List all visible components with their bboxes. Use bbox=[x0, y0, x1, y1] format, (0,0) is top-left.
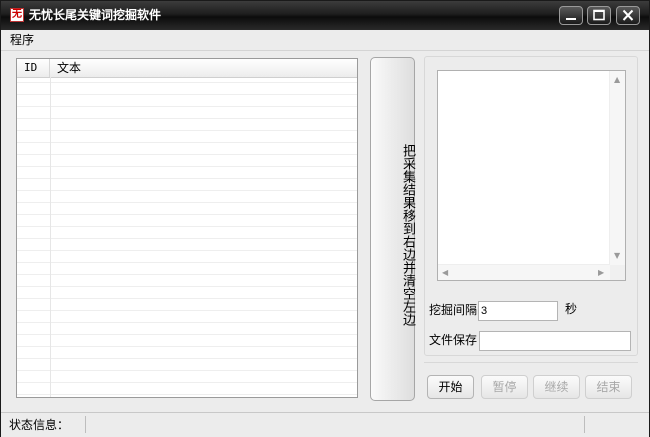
title-bar[interactable]: 无 无忧长尾关键词挖掘软件 bbox=[1, 1, 649, 30]
stop-button[interactable]: 结束 bbox=[585, 375, 632, 399]
start-button[interactable]: 开始 bbox=[427, 375, 474, 399]
window-title: 无忧长尾关键词挖掘软件 bbox=[29, 8, 162, 22]
status-bar: 状态信息： bbox=[1, 412, 649, 437]
horizontal-scrollbar[interactable]: ◀ ▶ bbox=[438, 264, 610, 280]
move-results-button[interactable]: 把采集结果移到右边并清空左边 bbox=[370, 57, 415, 401]
interval-label: 挖掘间隔 bbox=[429, 303, 478, 317]
scroll-down-icon[interactable]: ▼ bbox=[614, 252, 620, 260]
status-pane-divider bbox=[584, 416, 585, 433]
menu-bar: 程序 bbox=[1, 30, 649, 51]
close-button[interactable] bbox=[616, 6, 640, 25]
list-header: ID 文本 bbox=[17, 59, 357, 78]
keywords-textarea[interactable]: ▲ ▼ ◀ ▶ bbox=[437, 70, 626, 281]
scrollbar-corner bbox=[610, 265, 625, 280]
close-icon bbox=[622, 9, 634, 21]
column-divider bbox=[50, 77, 51, 397]
app-window: 无 无忧长尾关键词挖掘软件 程序 ID 文本 把采集结果移到右边并清空左边 ▲ … bbox=[0, 0, 650, 437]
scroll-right-icon[interactable]: ▶ bbox=[598, 269, 604, 277]
panel-separator bbox=[424, 362, 638, 363]
column-header-text[interactable]: 文本 bbox=[50, 59, 357, 77]
status-pane-divider bbox=[85, 416, 86, 433]
scroll-left-icon[interactable]: ◀ bbox=[442, 269, 448, 277]
maximize-icon bbox=[593, 9, 605, 21]
result-list[interactable]: ID 文本 bbox=[16, 58, 358, 398]
save-path-input[interactable] bbox=[479, 331, 631, 351]
scroll-up-icon[interactable]: ▲ bbox=[614, 76, 620, 84]
minimize-button[interactable] bbox=[559, 6, 583, 25]
menu-program[interactable]: 程序 bbox=[10, 32, 34, 48]
status-label: 状态信息： bbox=[9, 418, 70, 432]
vertical-scrollbar[interactable]: ▲ ▼ bbox=[609, 71, 625, 265]
maximize-button[interactable] bbox=[587, 6, 611, 25]
pause-button[interactable]: 暂停 bbox=[481, 375, 528, 399]
interval-unit: 秒 bbox=[565, 302, 578, 316]
minimize-icon bbox=[566, 18, 576, 20]
app-icon: 无 bbox=[10, 8, 24, 22]
column-header-id[interactable]: ID bbox=[17, 59, 50, 77]
interval-input[interactable]: 3 bbox=[478, 301, 558, 321]
resume-button[interactable]: 继续 bbox=[533, 375, 580, 399]
save-label: 文件保存 bbox=[429, 333, 478, 347]
move-results-label: 把采集结果移到右边并清空左边 bbox=[400, 144, 415, 326]
